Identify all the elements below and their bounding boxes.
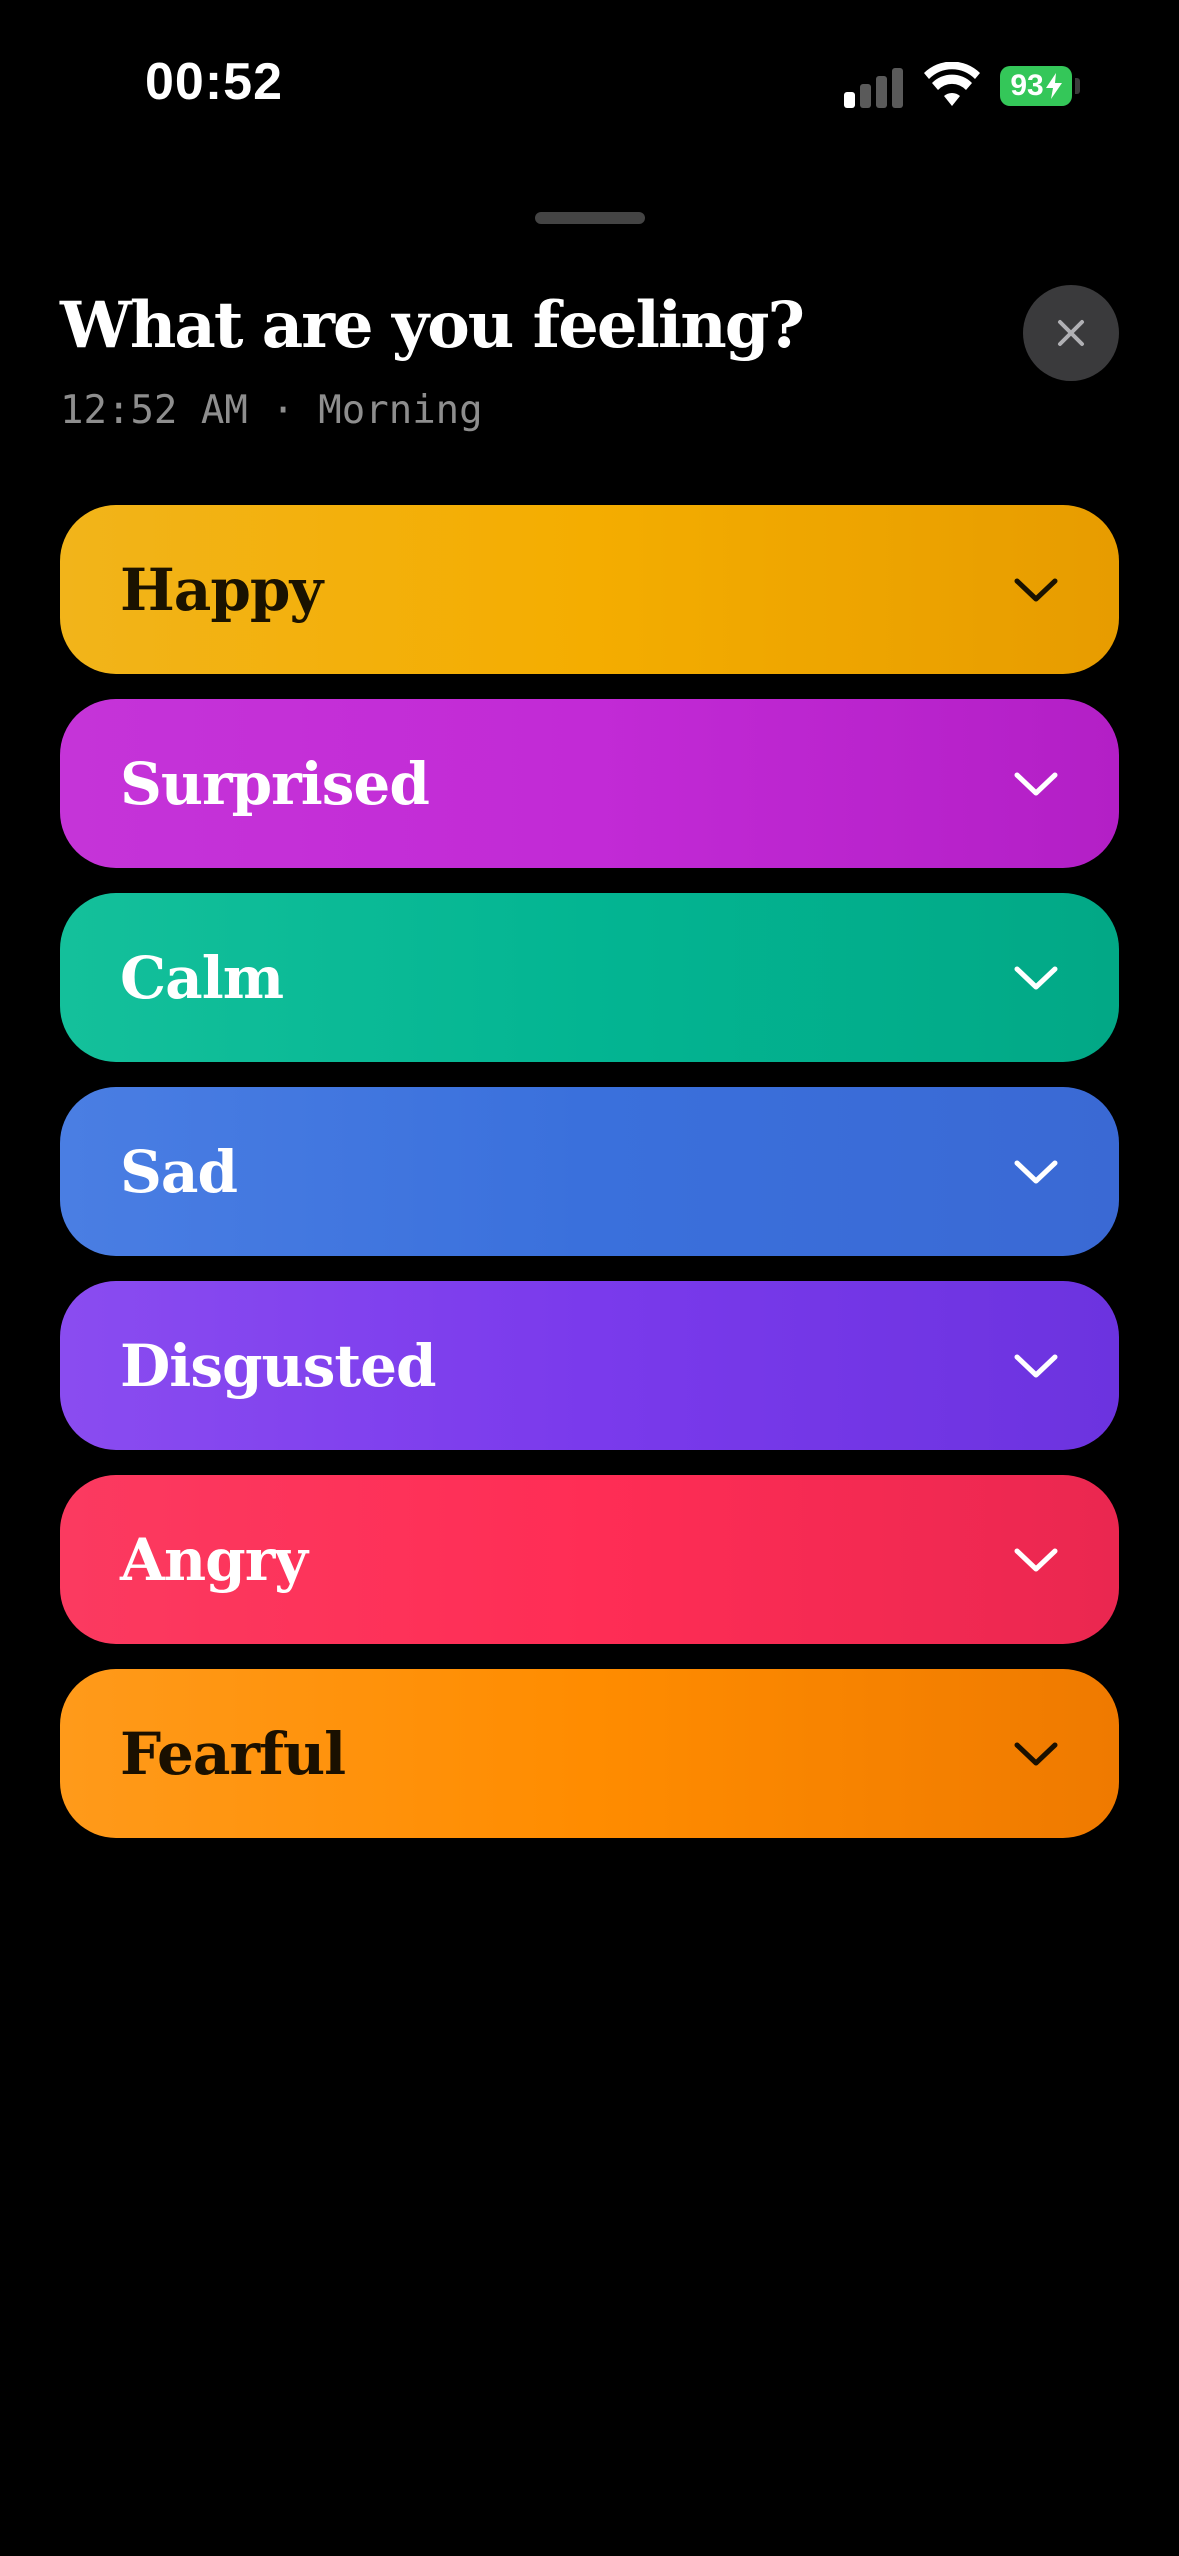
- charging-bolt-icon: [1045, 73, 1062, 99]
- chevron-down-icon: [1014, 1160, 1058, 1183]
- page-title: What are you feeling?: [60, 288, 805, 363]
- close-icon: [1058, 320, 1084, 346]
- chevron-down-icon: [1014, 1548, 1058, 1571]
- emotion-label: Calm: [120, 943, 284, 1012]
- emotion-fearful[interactable]: Fearful: [60, 1669, 1119, 1838]
- status-time: 00:52: [145, 53, 283, 111]
- emotion-label: Sad: [120, 1137, 238, 1206]
- chevron-down-icon: [1014, 772, 1058, 795]
- chevron-down-icon: [1014, 578, 1058, 601]
- emotion-surprised[interactable]: Surprised: [60, 699, 1119, 868]
- status-bar: 00:52 93: [0, 0, 1179, 170]
- emotion-angry[interactable]: Angry: [60, 1475, 1119, 1644]
- emotion-label: Fearful: [120, 1719, 346, 1788]
- emotion-label: Angry: [120, 1525, 308, 1594]
- emotion-label: Surprised: [120, 749, 430, 818]
- chevron-down-icon: [1014, 966, 1058, 989]
- emotion-disgusted[interactable]: Disgusted: [60, 1281, 1119, 1450]
- emotion-label: Happy: [120, 555, 323, 624]
- timestamp-subtitle: 12:52 AM · Morning: [60, 388, 483, 433]
- chevron-down-icon: [1014, 1354, 1058, 1377]
- battery-indicator: 93: [1000, 66, 1072, 106]
- emotion-list: Happy Surprised Calm Sad Disgusted Angry…: [60, 505, 1119, 1863]
- wifi-icon: [924, 62, 980, 106]
- emotion-calm[interactable]: Calm: [60, 893, 1119, 1062]
- chevron-down-icon: [1014, 1742, 1058, 1765]
- close-button[interactable]: [1023, 285, 1119, 381]
- sheet-grabber[interactable]: [535, 212, 645, 224]
- emotion-happy[interactable]: Happy: [60, 505, 1119, 674]
- battery-level: 93: [1010, 69, 1044, 102]
- battery-cap: [1075, 78, 1080, 94]
- emotion-sad[interactable]: Sad: [60, 1087, 1119, 1256]
- cellular-signal-icon: [844, 66, 904, 108]
- emotion-label: Disgusted: [120, 1331, 437, 1400]
